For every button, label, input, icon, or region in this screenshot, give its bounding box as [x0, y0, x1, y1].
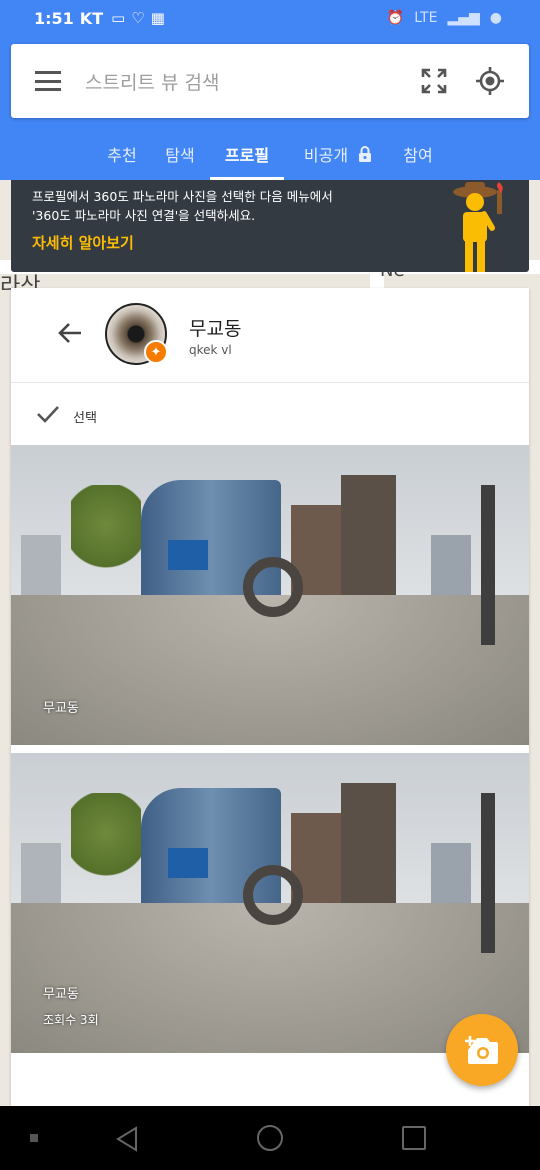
app-header: 스트리트 뷰 검색 추천 탐색 프로필 비공개 참여: [0, 36, 540, 180]
signal-icon: ▂▄▆: [447, 10, 480, 26]
network-label: LTE: [414, 10, 438, 26]
panorama-photo[interactable]: 무교동: [11, 445, 529, 745]
building: [341, 475, 396, 595]
expand-icon[interactable]: [419, 66, 449, 96]
building: [21, 535, 61, 600]
alarm-icon: ⏰: [386, 10, 405, 26]
select-row[interactable]: 선택: [11, 383, 529, 445]
banner-text-line2: '360도 파노라마 사진 연결'을 선택하세요.: [32, 208, 256, 223]
status-bar: 1:51 KT ▭ ♡ ▦ ⏰ LTE ▂▄▆ ●: [0, 0, 540, 36]
ring-sculpture: [243, 865, 303, 925]
lock-icon: [359, 146, 372, 162]
tab-recommended[interactable]: 추천: [96, 128, 148, 180]
tab-bar: 추천 탐색 프로필 비공개 참여: [0, 128, 540, 180]
nav-recents-icon[interactable]: [402, 1126, 426, 1150]
status-time: 1:51: [34, 8, 74, 28]
tab-private-label: 비공개: [303, 146, 349, 165]
tree: [71, 793, 141, 893]
building: [431, 535, 471, 595]
status-carrier: KT: [79, 8, 104, 28]
back-arrow-icon[interactable]: [55, 318, 85, 348]
building-screen: [168, 848, 208, 878]
my-location-icon[interactable]: [475, 66, 505, 96]
menu-icon[interactable]: [35, 71, 61, 91]
banner-text-line1: 프로필에서 360도 파노라마 사진을 선택한 다음 메뉴에서: [32, 189, 333, 204]
building-screen: [168, 540, 208, 570]
notification-icons: ▭ ♡ ▦: [111, 9, 165, 27]
add-camera-icon: [465, 1036, 498, 1064]
photo-view-count: 조회수 3회: [43, 1013, 99, 1027]
tab-profile[interactable]: 프로필: [210, 128, 284, 180]
nav-back-icon[interactable]: [114, 1126, 140, 1152]
panorama-photo[interactable]: 무교동 조회수 3회: [11, 753, 529, 1053]
nav-home-icon[interactable]: [257, 1125, 283, 1151]
tree: [71, 485, 141, 585]
search-bar[interactable]: 스트리트 뷰 검색: [11, 44, 529, 118]
photo-title: 무교동: [43, 701, 79, 716]
pegman-illustration: [453, 182, 503, 272]
profile-name: 무교동: [189, 318, 242, 340]
stats-icon: ▦: [150, 9, 165, 27]
building: [21, 843, 61, 908]
add-photo-button[interactable]: [446, 1014, 518, 1086]
tab-explore[interactable]: 탐색: [154, 128, 206, 180]
photo-ground: [11, 595, 529, 745]
nav-menu-dot[interactable]: [30, 1134, 38, 1142]
info-banner: 프로필에서 360도 파노라마 사진을 선택한 다음 메뉴에서 '360도 파노…: [11, 180, 529, 272]
select-label[interactable]: 선택: [73, 407, 97, 426]
check-icon[interactable]: [35, 401, 61, 427]
profile-panel: ✦ 무교동 qkek vl 선택 무교동 무교동 조회수 3회: [11, 288, 529, 1110]
tab-private[interactable]: 비공개: [290, 128, 386, 180]
building: [341, 783, 396, 903]
profile-subtitle: qkek vl: [189, 343, 232, 357]
pole: [481, 485, 495, 645]
ring-sculpture: [243, 557, 303, 617]
pole: [481, 793, 495, 953]
health-icon: ♡: [131, 9, 145, 27]
local-guide-badge-icon: ✦: [144, 340, 168, 364]
learn-more-link[interactable]: 자세히 알아보기: [32, 232, 134, 253]
tab-contribute[interactable]: 참여: [392, 128, 444, 180]
search-input[interactable]: 스트리트 뷰 검색: [85, 68, 419, 95]
photo-title: 무교동: [43, 987, 79, 1002]
system-nav-bar: [0, 1106, 540, 1170]
image-icon: ▭: [111, 9, 126, 27]
building: [431, 843, 471, 903]
system-icons: ⏰ LTE ▂▄▆ ●: [387, 10, 502, 26]
location-icon: ●: [489, 10, 502, 26]
